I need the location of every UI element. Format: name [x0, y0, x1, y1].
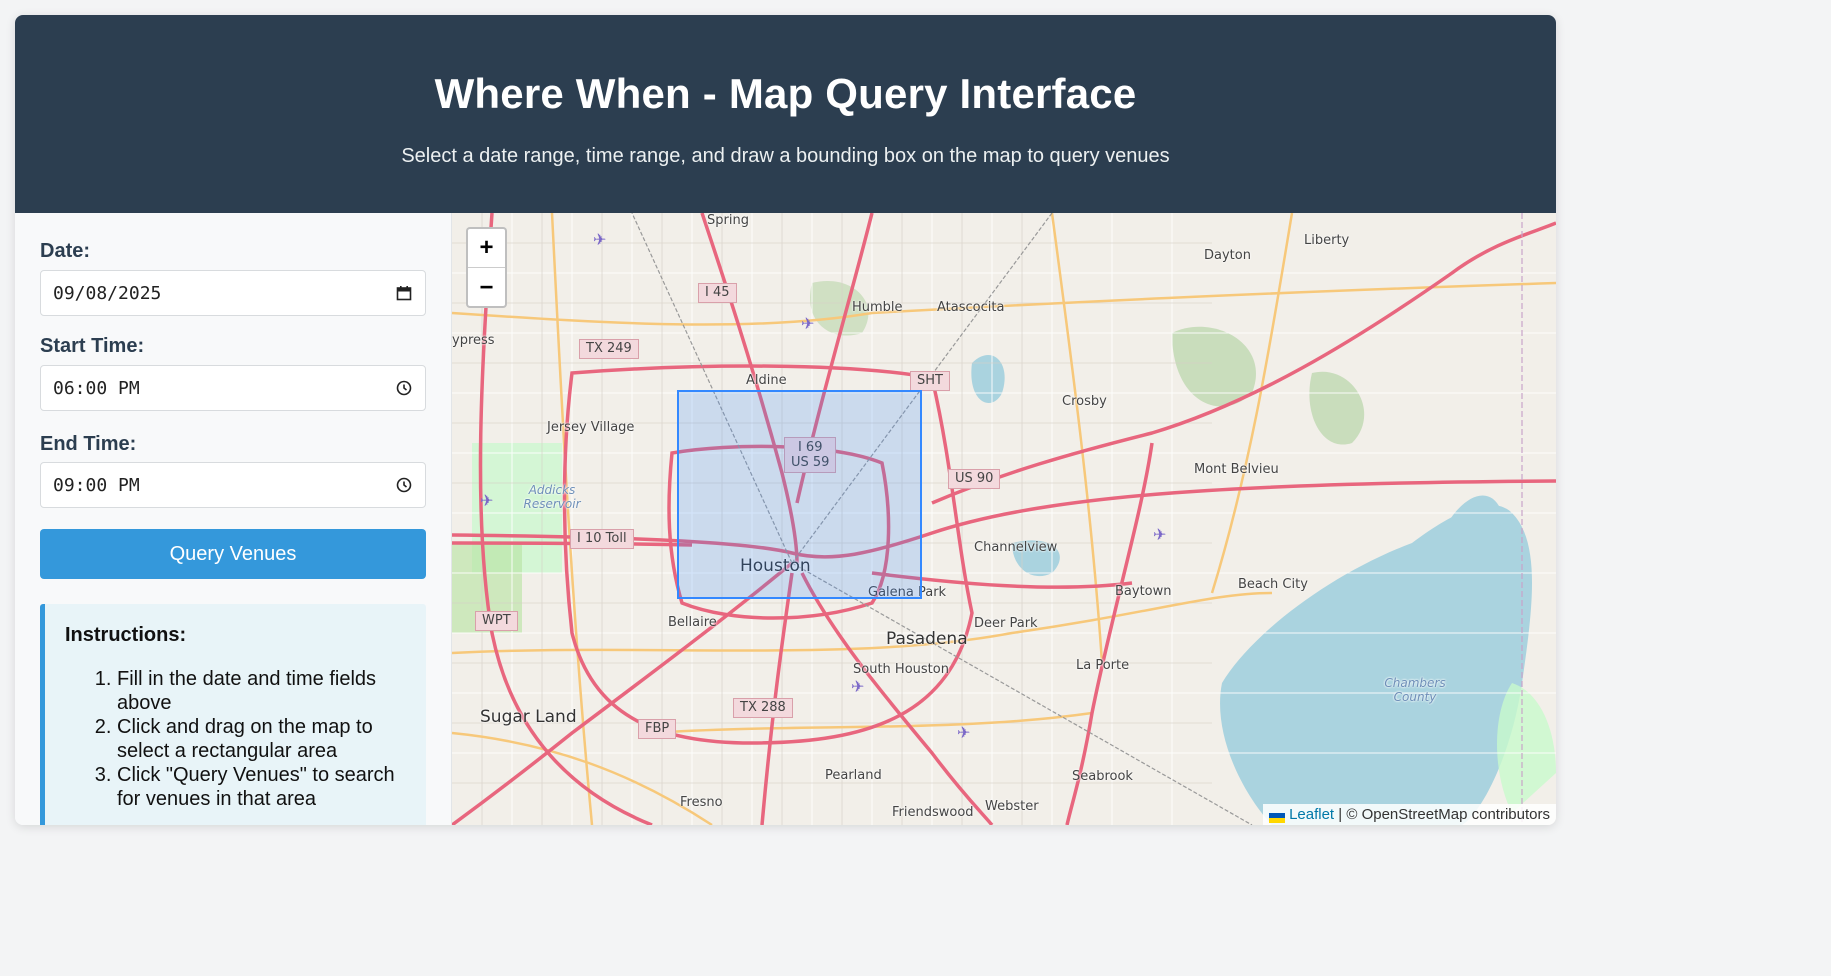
airport-icon: ✈	[480, 493, 494, 510]
road-shield: I 10 Toll	[570, 529, 634, 549]
map-place-label: Pasadena	[886, 629, 968, 649]
end-time-value: 09:00 PM	[53, 474, 140, 496]
road-shield: US 90	[948, 469, 1001, 489]
airport-icon: ✈	[593, 232, 607, 249]
date-input[interactable]: 09/08/2025	[40, 270, 426, 316]
map-place-label: Deer Park	[974, 616, 1038, 631]
map-place-label: Fresno	[680, 795, 723, 810]
map-place-label: Liberty	[1304, 233, 1350, 248]
map-place-label: Dayton	[1204, 248, 1251, 263]
map-place-label: Pearland	[825, 768, 882, 783]
road-shield: TX 288	[733, 698, 793, 718]
airport-icon: ✈	[957, 725, 971, 742]
map-place-label: Atascocita	[937, 300, 1005, 315]
instruction-step: Click and drag on the map to select a re…	[117, 715, 406, 763]
start-time-input[interactable]: 06:00 PM	[40, 365, 426, 411]
map-place-label: Friendswood	[892, 805, 974, 820]
clock-icon[interactable]	[395, 476, 413, 494]
ukraine-flag-icon	[1269, 810, 1286, 824]
airport-icon: ✈	[851, 679, 865, 696]
map-canvas[interactable]: I 45 TX 249 SHT I 69 US 59 US 90 I 10 Tol…	[452, 213, 1556, 825]
map-water-label: Chambers County	[1384, 676, 1446, 704]
road-shield: I 45	[698, 283, 737, 303]
start-time-label: Start Time:	[40, 335, 145, 357]
instructions-panel: Instructions: Fill in the date and time …	[40, 604, 426, 825]
airport-icon: ✈	[801, 316, 815, 333]
query-venues-button[interactable]: Query Venues	[40, 529, 426, 579]
map-place-label: Sugar Land	[480, 707, 577, 727]
zoom-out-button[interactable]: −	[468, 268, 505, 307]
map-place-label: Webster	[985, 799, 1039, 814]
calendar-icon[interactable]	[395, 284, 413, 302]
map-water-label: Addicks Reservoir	[523, 483, 581, 511]
map-place-label: Seabrook	[1072, 769, 1133, 784]
instruction-step: Click "Query Venues" to search for venue…	[117, 763, 406, 811]
map-place-label: Baytown	[1115, 584, 1172, 599]
map-attribution: Leaflet | © OpenStreetMap contributors	[1263, 804, 1556, 825]
map-place-label: Crosby	[1062, 394, 1107, 409]
map-place-label: Bellaire	[668, 615, 717, 630]
zoom-in-button[interactable]: +	[468, 229, 505, 268]
date-value: 09/08/2025	[53, 282, 162, 304]
map-place-label: Spring	[707, 213, 749, 228]
date-label: Date:	[40, 240, 91, 262]
attribution-text: | © OpenStreetMap contributors	[1338, 806, 1550, 823]
start-time-value: 06:00 PM	[53, 377, 140, 399]
map-place-label: Channelview	[974, 540, 1058, 555]
instructions-list: Fill in the date and time fields above C…	[65, 667, 406, 811]
road-shield: WPT	[475, 611, 518, 631]
map-place-label: ypress	[452, 333, 495, 348]
instruction-step: Fill in the date and time fields above	[117, 667, 406, 715]
map-place-label: Humble	[852, 300, 903, 315]
map-place-label: Aldine	[746, 373, 787, 388]
page-subtitle: Select a date range, time range, and dra…	[401, 145, 1170, 167]
map-place-label: South Houston	[853, 662, 949, 677]
airport-icon: ✈	[1153, 527, 1167, 544]
zoom-control: + −	[466, 227, 507, 308]
query-sidebar: Date: 09/08/2025 Start Time: 06:00 PM En…	[15, 213, 452, 825]
map-place-label: Mont Belvieu	[1194, 462, 1279, 477]
selection-bounding-box[interactable]	[677, 390, 922, 599]
map-place-label: Jersey Village	[547, 420, 635, 435]
clock-icon[interactable]	[395, 379, 413, 397]
road-shield: FBP	[638, 719, 677, 739]
page-title: Where When - Map Query Interface	[434, 70, 1137, 117]
road-shield: SHT	[910, 371, 950, 391]
instructions-title: Instructions:	[65, 624, 187, 646]
leaflet-link[interactable]: Leaflet	[1289, 806, 1334, 823]
page-header: Where When - Map Query Interface Select …	[15, 15, 1556, 213]
app-window: Where When - Map Query Interface Select …	[15, 15, 1556, 825]
map-place-label: Beach City	[1238, 577, 1308, 592]
end-time-input[interactable]: 09:00 PM	[40, 462, 426, 508]
map-place-label: La Porte	[1076, 658, 1130, 673]
road-shield: TX 249	[579, 339, 639, 359]
end-time-label: End Time:	[40, 433, 137, 455]
